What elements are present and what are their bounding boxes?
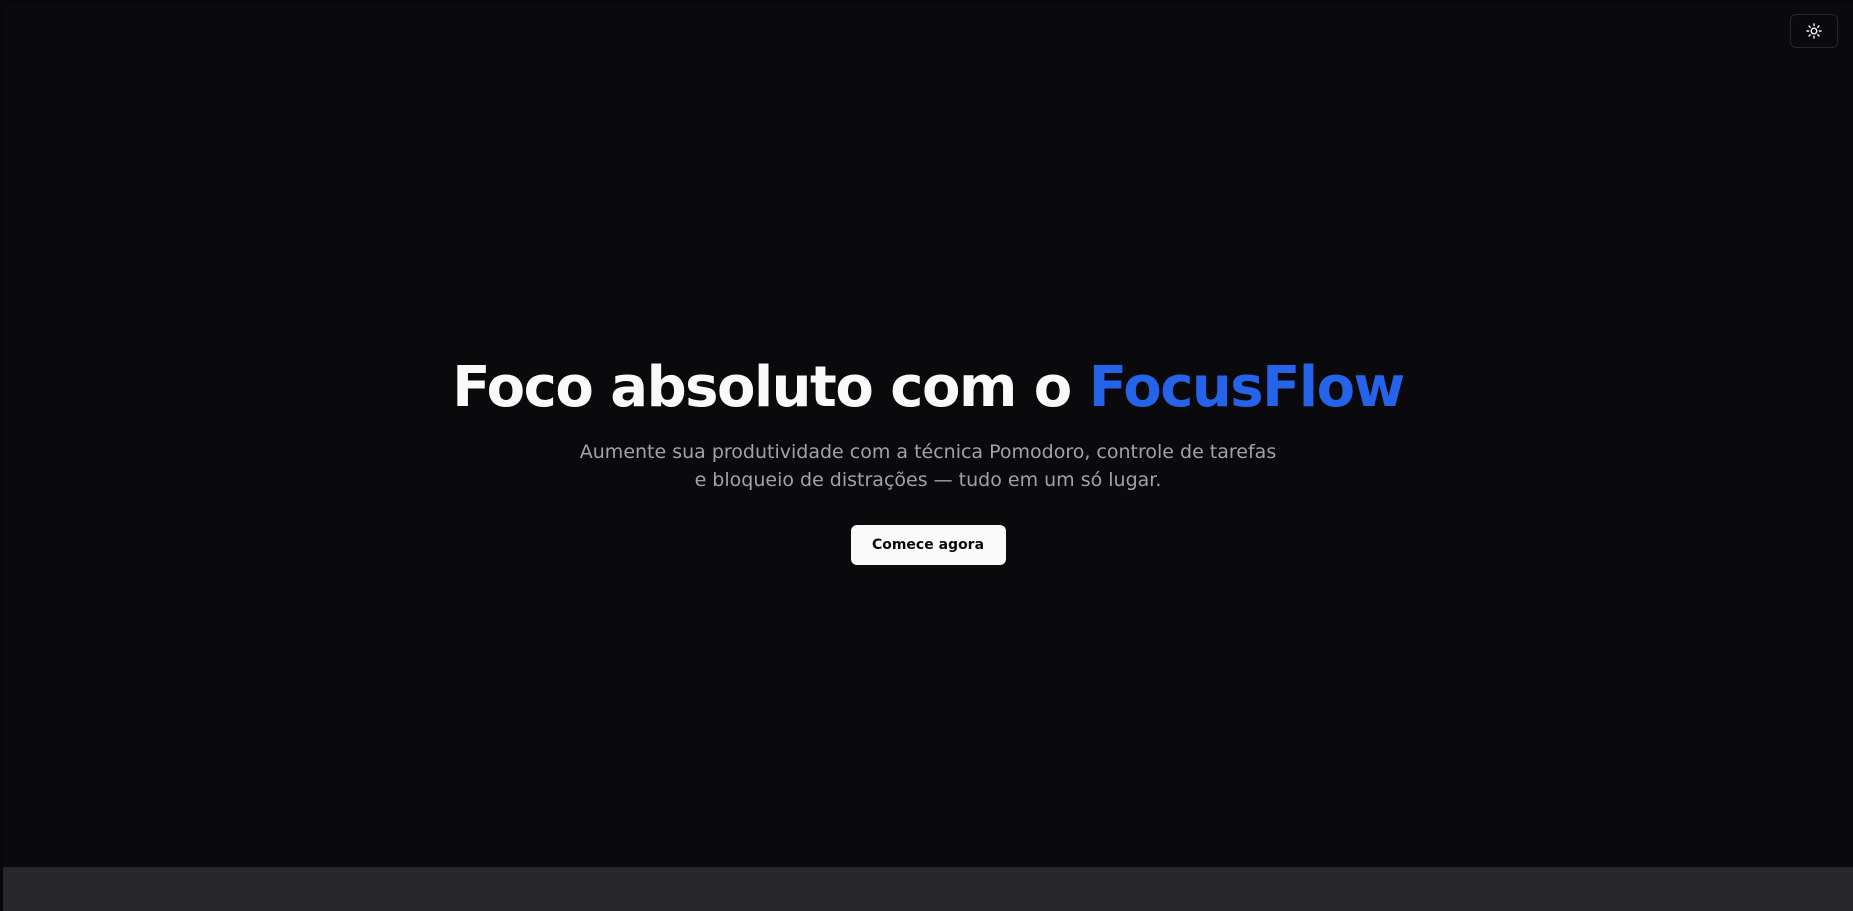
hero-title-prefix: Foco absoluto com o: [452, 355, 1089, 420]
landing-page: Foco absoluto com o FocusFlow Aumente su…: [3, 3, 1853, 867]
hero-title: Foco absoluto com o FocusFlow: [3, 348, 1853, 428]
hero-subtitle: Aumente sua produtividade com a técnica …: [579, 441, 1277, 491]
hero-section: Foco absoluto com o FocusFlow Aumente su…: [3, 348, 1853, 565]
footer-band: [3, 867, 1853, 911]
theme-toggle-button[interactable]: [1790, 14, 1838, 48]
get-started-button[interactable]: Comece agora: [850, 525, 1006, 565]
brand-name: FocusFlow: [1088, 355, 1406, 420]
sun-icon: [1806, 23, 1822, 39]
